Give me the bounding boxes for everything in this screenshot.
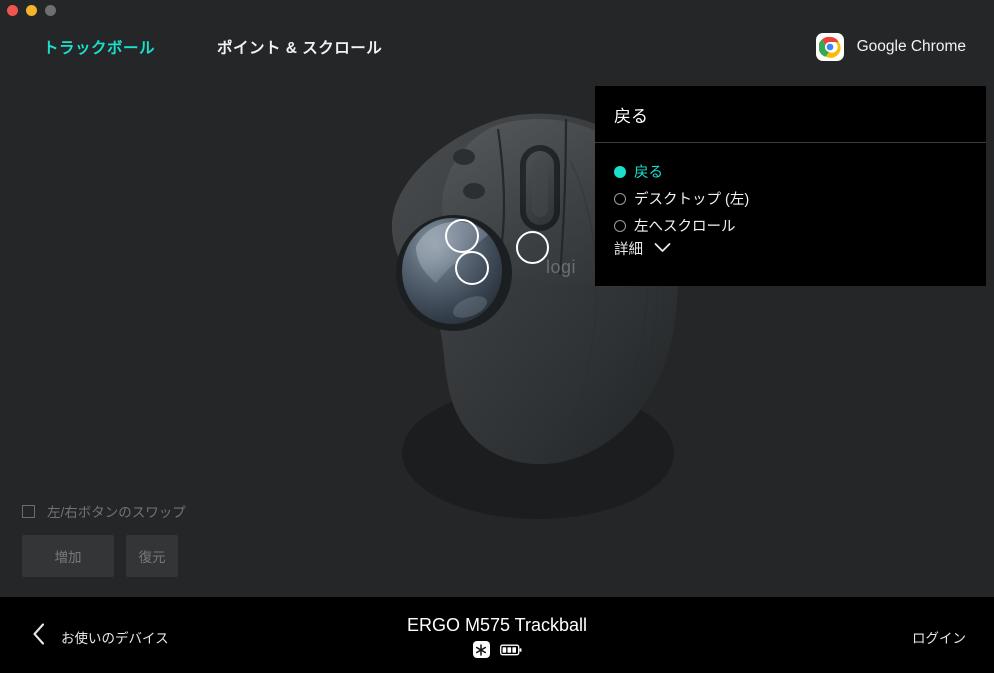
window-minimize-button[interactable] xyxy=(26,5,37,16)
radio-unselected-icon xyxy=(614,219,626,232)
logi-options-window: トラックボール ポイント & スクロール Google Chrome logi … xyxy=(0,0,994,673)
restore-button[interactable]: 復元 xyxy=(126,535,178,577)
logi-brand-mark: logi xyxy=(546,257,576,277)
battery-icon xyxy=(499,644,522,656)
app-context-name: Google Chrome xyxy=(856,37,966,55)
swap-buttons-row[interactable]: 左/右ボタンのスワップ xyxy=(22,501,186,521)
window-close-button[interactable] xyxy=(7,5,18,16)
device-name: ERGO M575 Trackball xyxy=(406,615,588,635)
action-buttons-row: 増加 復元 xyxy=(22,535,178,577)
window-maximize-button[interactable] xyxy=(45,5,56,16)
app-context-selector[interactable]: Google Chrome xyxy=(815,22,966,71)
popup-option-scroll-left[interactable]: 左へスクロール xyxy=(595,212,986,239)
callout-button-right[interactable] xyxy=(516,231,549,264)
popup-option-label: デスクトップ (左) xyxy=(634,192,750,208)
popup-option-label: 戻る xyxy=(634,165,663,181)
radio-selected-icon xyxy=(614,165,626,178)
swap-buttons-label: 左/右ボタンのスワップ xyxy=(47,505,186,520)
callout-button-top-left[interactable] xyxy=(445,219,479,253)
button-assignment-popup: 戻る 戻る デスクトップ (左) 左へスクロール 詳細 xyxy=(595,86,986,286)
popup-option-desktop-left[interactable]: デスクトップ (左) xyxy=(595,185,986,212)
tab-point-and-scroll-label: ポイント & スクロール xyxy=(217,39,383,57)
bluetooth-icon xyxy=(472,641,490,658)
swap-buttons-checkbox[interactable] xyxy=(22,504,35,518)
login-link[interactable]: ログイン xyxy=(912,627,966,647)
popup-more-label: 詳細 xyxy=(614,242,643,258)
device-info: ERGO M575 Trackball xyxy=(0,615,994,658)
footer-bar: お使いのデバイス ERGO M575 Trackball ログイン xyxy=(0,597,994,673)
chrome-icon xyxy=(815,32,844,61)
title-bar xyxy=(0,0,994,22)
tab-point-and-scroll[interactable]: ポイント & スクロール xyxy=(217,22,382,71)
popup-more-toggle[interactable]: 詳細 xyxy=(614,238,671,259)
tab-trackball-label: トラックボール xyxy=(43,39,156,57)
radio-unselected-icon xyxy=(614,192,626,205)
device-badges xyxy=(472,641,522,658)
popup-header: 戻る xyxy=(595,86,986,142)
chevron-down-icon xyxy=(654,240,671,258)
popup-divider xyxy=(595,142,986,143)
tab-trackball[interactable]: トラックボール xyxy=(43,22,155,71)
popup-option-label: 左へスクロール xyxy=(634,219,736,235)
popup-option-list: 戻る デスクトップ (左) 左へスクロール xyxy=(595,158,986,239)
tab-bar: トラックボール ポイント & スクロール Google Chrome xyxy=(0,22,994,93)
popup-option-back[interactable]: 戻る xyxy=(595,158,986,185)
callout-button-bottom-left[interactable] xyxy=(455,251,489,285)
add-button[interactable]: 増加 xyxy=(22,535,114,577)
popup-title: 戻る xyxy=(614,106,648,126)
